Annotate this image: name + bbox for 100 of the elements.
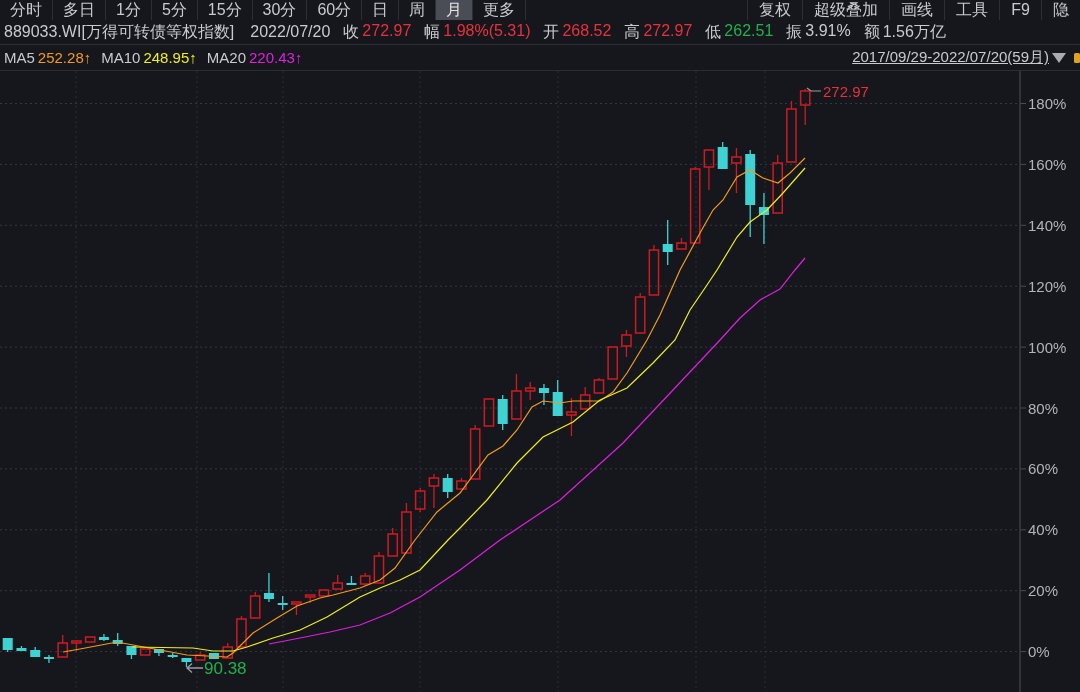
field-label: 开 — [543, 21, 560, 42]
axis-label: 100% — [1028, 338, 1067, 356]
candlestick — [222, 642, 234, 659]
candlestick — [662, 219, 673, 266]
axis-label: 60% — [1028, 460, 1059, 478]
candlestick — [579, 386, 591, 410]
candlestick — [194, 651, 206, 661]
candlestick — [538, 383, 549, 406]
candlestick — [387, 527, 399, 557]
candlestick — [593, 377, 605, 394]
candlestick — [676, 237, 687, 250]
caret-icon[interactable] — [1052, 52, 1066, 63]
period-tab[interactable]: 1分 — [106, 0, 152, 20]
candlestick — [731, 147, 742, 194]
candlestick — [291, 601, 302, 616]
period-tab[interactable]: 月 — [436, 0, 474, 20]
axis-label: 40% — [1028, 521, 1059, 539]
field-value: 268.52 — [562, 21, 612, 41]
ma-label: MA10 — [101, 49, 141, 66]
period-tab[interactable]: 日 — [362, 0, 400, 20]
field-label: 幅 — [424, 21, 441, 42]
candlestick — [401, 502, 412, 554]
toolbar-button[interactable]: 画线 — [890, 0, 946, 20]
period-tab[interactable]: 60分 — [307, 0, 363, 20]
candlestick — [208, 652, 219, 660]
candlestick — [98, 633, 109, 642]
badge-icon[interactable] — [1074, 52, 1080, 63]
candlestick — [648, 244, 660, 296]
candlestick — [428, 473, 440, 509]
candlestick — [277, 595, 288, 611]
field-value: 272.97 — [643, 21, 693, 41]
field-value: 262.51 — [724, 21, 774, 41]
candlestick — [717, 141, 728, 170]
field-label: 额 — [863, 21, 880, 42]
candlestick — [786, 100, 797, 163]
axis-label: 80% — [1028, 399, 1059, 417]
candlestick — [442, 473, 453, 499]
candlestick — [469, 424, 481, 480]
period-tab[interactable]: 5分 — [151, 0, 198, 20]
candlestick — [456, 477, 467, 490]
candlestick — [703, 149, 715, 191]
candlestick — [16, 645, 27, 652]
candlestick — [772, 154, 784, 214]
high-price-label: 272.97 — [823, 83, 869, 100]
candlestick — [346, 575, 357, 586]
candlestick — [30, 646, 41, 658]
toolbar-button[interactable]: 工具 — [945, 0, 1001, 20]
candlestick — [566, 397, 577, 437]
candlestick — [373, 551, 385, 584]
candlestick — [511, 373, 522, 420]
candlestick — [621, 329, 632, 358]
field-value: 3.91% — [805, 21, 851, 41]
candlestick — [126, 645, 137, 660]
candlestick — [153, 648, 164, 657]
period-tab[interactable]: 30分 — [252, 0, 308, 20]
toolbar-button[interactable]: 超级叠加 — [803, 0, 891, 20]
candlestick — [332, 574, 344, 590]
axis-label: 160% — [1028, 155, 1067, 173]
candlestick — [2, 637, 13, 653]
low-price-label: 90.38 — [204, 659, 247, 678]
candlestick — [497, 394, 508, 431]
field-value: 272.97 — [362, 21, 412, 41]
leader-line — [806, 87, 822, 92]
field-label: 收 — [343, 21, 360, 42]
candlestick — [524, 381, 536, 401]
symbol-label: 889033.WI[万得可转债等权指数] — [4, 21, 235, 42]
period-tab[interactable]: 更多 — [473, 0, 527, 20]
field-label: 低 — [705, 21, 722, 42]
candlestick — [263, 572, 274, 603]
candlestick — [249, 591, 261, 619]
field-label: 高 — [624, 21, 641, 42]
candlestick — [84, 636, 96, 643]
ma-value: 220.43↑ — [249, 49, 303, 66]
period-tab[interactable]: 15分 — [197, 0, 253, 20]
candlestick — [304, 594, 316, 604]
axis-label: 140% — [1028, 216, 1067, 234]
axis-label: 120% — [1028, 277, 1067, 295]
toolbar-button[interactable]: 复权 — [747, 0, 804, 20]
ma-label: MA20 — [206, 49, 246, 66]
period-tab[interactable]: 多日 — [53, 0, 106, 20]
leader-arrow — [186, 662, 204, 674]
candlestick — [318, 589, 330, 597]
axis-label: 20% — [1028, 582, 1059, 600]
date-range-link[interactable]: 2017/09/29-2022/07/20(59月) — [852, 48, 1049, 67]
candlestick — [483, 398, 495, 427]
candlestick — [57, 634, 69, 658]
toolbar-button[interactable]: F9 — [1000, 0, 1042, 20]
candlestick — [181, 657, 192, 668]
period-tab[interactable]: 分时 — [0, 0, 53, 20]
candlestick — [167, 652, 178, 659]
candlestick — [112, 632, 123, 647]
ma-value: 248.95↑ — [143, 49, 197, 66]
candlestick — [139, 648, 151, 656]
candlestick — [359, 572, 371, 587]
candlestick — [758, 192, 769, 245]
ma-value: 252.28↑ — [37, 49, 92, 66]
field-value: 1.98%(5.31) — [443, 21, 531, 41]
ma-label: MA5 — [4, 49, 35, 66]
field-value: 1.56万亿 — [882, 21, 946, 42]
toolbar-button[interactable]: 隐 — [1042, 0, 1080, 20]
